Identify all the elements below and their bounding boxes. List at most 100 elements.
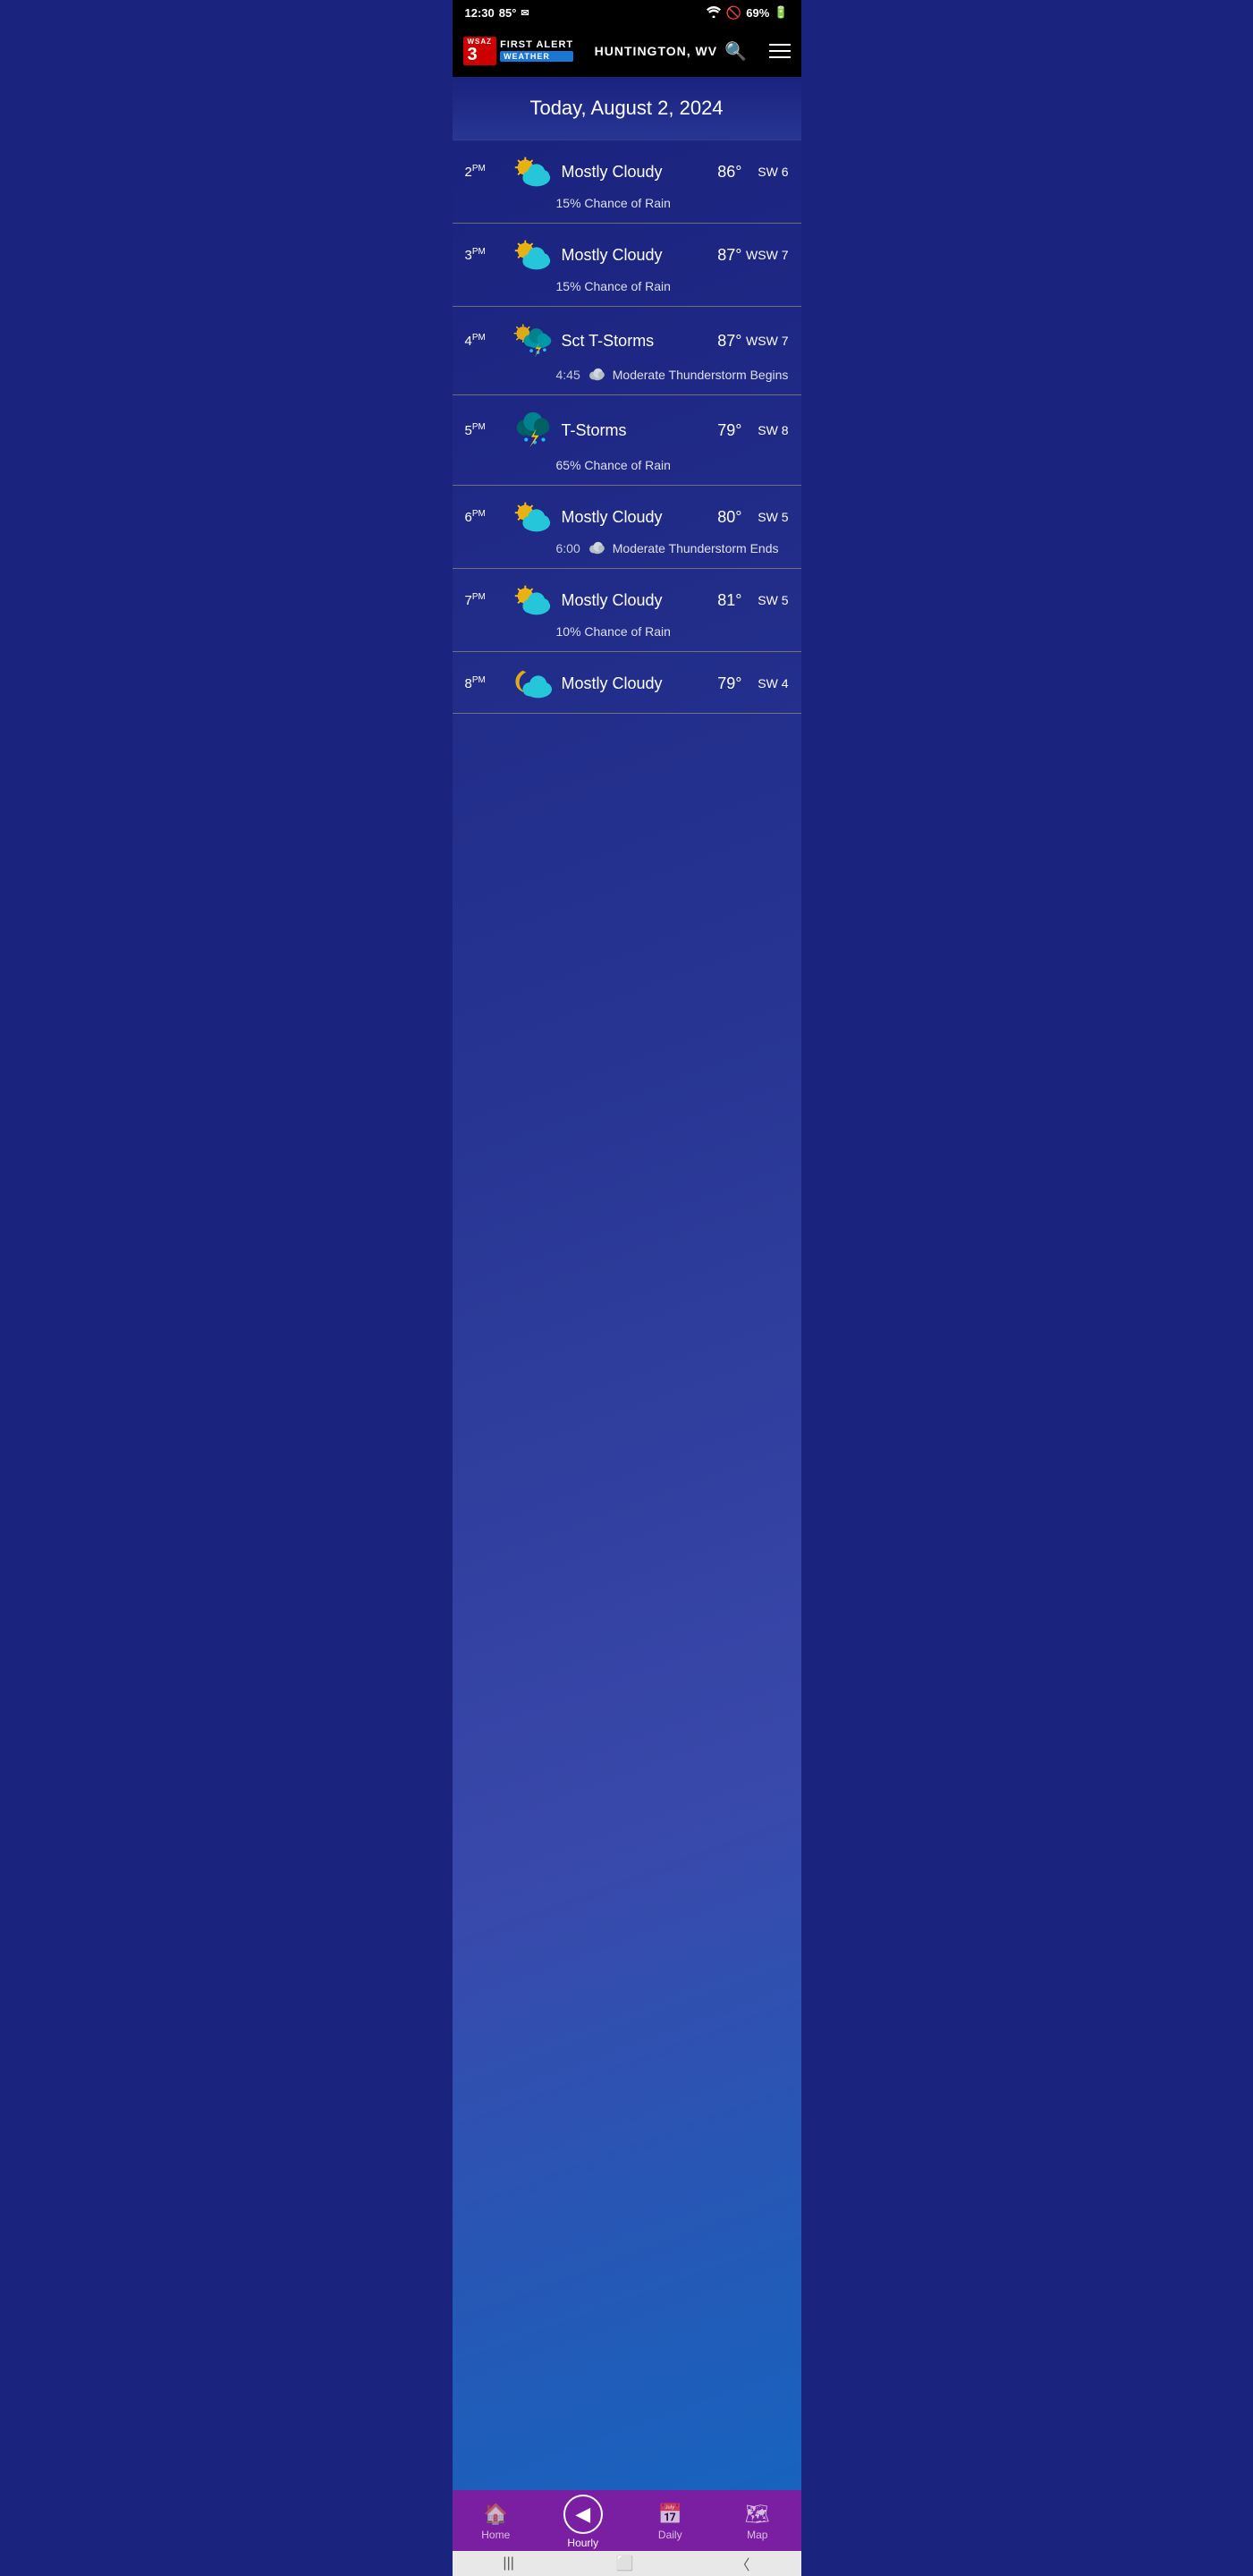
temperature: 80°: [696, 508, 742, 527]
weather-row: 8PM Mostly Cloudy 79° SW 4: [453, 652, 801, 714]
wind-speed: WSW 7: [742, 334, 789, 348]
chance-of-rain: 10% Chance of Rain: [556, 624, 671, 639]
logo-text: FIRST ALERT WEATHER: [500, 39, 573, 62]
notification-icon: ✉: [521, 7, 529, 19]
alert-text: Moderate Thunderstorm Ends: [613, 541, 779, 555]
sys-nav-back[interactable]: 〈: [736, 2553, 750, 2574]
weather-icon: [508, 583, 556, 617]
logo-first-alert: FIRST ALERT: [500, 39, 573, 50]
weather-row: 2PM Mostly Cloudy 86° SW 6 15% Cha: [453, 140, 801, 224]
weather-main-row: 5PM T-Storms 79° SW 8: [465, 410, 789, 451]
main-content: 2PM Mostly Cloudy 86° SW 6 15% Cha: [453, 140, 801, 2538]
status-left: 12:30 85° ✉: [465, 6, 529, 20]
temperature: 79°: [696, 421, 742, 440]
app-logo: WSAZ 3 FIRST ALERT WEATHER: [463, 37, 574, 66]
daily-icon: 📅: [658, 2503, 682, 2526]
temperature: 86°: [696, 163, 742, 182]
hour-label: 2PM: [465, 164, 508, 180]
temperature: 79°: [696, 674, 742, 693]
condition-description: T-Storms: [556, 421, 696, 440]
weather-row: 6PM Mostly Cloudy 80° SW 5 6:00: [453, 486, 801, 569]
condition-description: Mostly Cloudy: [556, 163, 696, 182]
weather-sub: 65% Chance of Rain: [465, 451, 789, 472]
weather-icon: [508, 238, 556, 272]
map-icon: 🗺: [745, 2503, 770, 2526]
hour-label: 8PM: [465, 675, 508, 691]
logo-weather: WEATHER: [500, 51, 573, 62]
date-text: Today, August 2, 2024: [529, 97, 723, 119]
hourly-scroll-area: 2PM Mostly Cloudy 86° SW 6 15% Cha: [453, 140, 801, 803]
wind-speed: SW 4: [742, 676, 789, 691]
nav-label: Map: [747, 2529, 767, 2541]
weather-row: 5PM T-Storms 79° SW 8 65% Chance of Rain: [453, 395, 801, 486]
weather-row: 3PM Mostly Cloudy 87° WSW 7 15% Ch: [453, 224, 801, 307]
hour-label: 3PM: [465, 247, 508, 263]
temperature: 87°: [696, 246, 742, 265]
dnd-icon: 🚫: [726, 5, 741, 21]
alert-text: Moderate Thunderstorm Begins: [613, 368, 789, 382]
condition-description: Sct T-Storms: [556, 332, 696, 351]
app-header: WSAZ 3 FIRST ALERT WEATHER HUNTINGTON, W…: [453, 25, 801, 77]
weather-sub: 15% Chance of Rain: [465, 189, 789, 210]
bottom-nav: 🏠 Home ◀ Hourly 📅 Daily 🗺 Map: [453, 2490, 801, 2551]
hour-label: 4PM: [465, 333, 508, 349]
hour-label: 6PM: [465, 509, 508, 525]
hourly-icon: ◀: [563, 2495, 603, 2534]
logo-box: WSAZ 3: [463, 37, 497, 66]
condition-description: Mostly Cloudy: [556, 246, 696, 265]
condition-description: Mostly Cloudy: [556, 591, 696, 610]
weather-alert-sub: 6:00 Moderate Thunderstorm Ends: [465, 534, 789, 555]
weather-row: 7PM Mostly Cloudy 81° SW 5 10% Cha: [453, 569, 801, 652]
condition-description: Mostly Cloudy: [556, 508, 696, 527]
weather-icon: [508, 666, 556, 700]
hour-label: 7PM: [465, 592, 508, 608]
nav-item-home[interactable]: 🏠 Home: [464, 2503, 527, 2541]
nav-label: Hourly: [567, 2537, 598, 2549]
status-right: 🚫 69% 🔋: [706, 5, 789, 21]
system-nav: ||| ⬜ 〈: [453, 2551, 801, 2576]
weather-main-row: 6PM Mostly Cloudy 80° SW 5: [465, 500, 789, 534]
status-time: 12:30: [465, 6, 495, 20]
weather-alert-sub: 4:45 Moderate Thunderstorm Begins: [465, 360, 789, 382]
battery-icon: 🔋: [774, 5, 788, 20]
nav-item-hourly[interactable]: ◀ Hourly: [552, 2495, 614, 2549]
wind-speed: WSW 7: [742, 248, 789, 262]
wind-speed: SW 5: [742, 593, 789, 607]
status-bar: 12:30 85° ✉ 🚫 69% 🔋: [453, 0, 801, 25]
weather-icon: [508, 410, 556, 451]
hour-label: 5PM: [465, 422, 508, 438]
temperature: 87°: [696, 332, 742, 351]
weather-row: 4PM Sct T-Storms 87° WSW: [453, 307, 801, 395]
chance-of-rain: 15% Chance of Rain: [556, 279, 671, 293]
weather-main-row: 7PM Mostly Cloudy 81° SW 5: [465, 583, 789, 617]
weather-icon: [508, 321, 556, 360]
hamburger-menu[interactable]: [769, 44, 791, 58]
wifi-icon: [706, 5, 722, 21]
wind-speed: SW 5: [742, 510, 789, 524]
date-header: Today, August 2, 2024: [453, 77, 801, 140]
home-icon: 🏠: [484, 2503, 508, 2526]
chance-of-rain: 65% Chance of Rain: [556, 458, 671, 472]
weather-icon: [508, 500, 556, 534]
weather-main-row: 3PM Mostly Cloudy 87° WSW 7: [465, 238, 789, 272]
weather-sub: 15% Chance of Rain: [465, 272, 789, 293]
chance-of-rain: 15% Chance of Rain: [556, 196, 671, 210]
weather-sub: 10% Chance of Rain: [465, 617, 789, 639]
temperature: 81°: [696, 591, 742, 610]
nav-item-map[interactable]: 🗺 Map: [726, 2503, 789, 2541]
wind-speed: SW 6: [742, 165, 789, 179]
sys-nav-recent[interactable]: |||: [503, 2555, 513, 2572]
condition-description: Mostly Cloudy: [556, 674, 696, 693]
logo-num: 3: [468, 46, 493, 64]
nav-item-daily[interactable]: 📅 Daily: [639, 2503, 701, 2541]
wind-speed: SW 8: [742, 423, 789, 437]
location-text: HUNTINGTON, WV: [595, 44, 717, 58]
nav-label: Home: [481, 2529, 510, 2541]
alert-time: 6:00: [556, 541, 580, 555]
battery-pct: 69%: [746, 6, 769, 20]
search-icon[interactable]: 🔍: [724, 40, 748, 63]
weather-main-row: 2PM Mostly Cloudy 86° SW 6: [465, 155, 789, 189]
weather-icon: [508, 155, 556, 189]
sys-nav-home[interactable]: ⬜: [616, 2555, 634, 2572]
location-display: HUNTINGTON, WV 🔍: [595, 40, 748, 63]
